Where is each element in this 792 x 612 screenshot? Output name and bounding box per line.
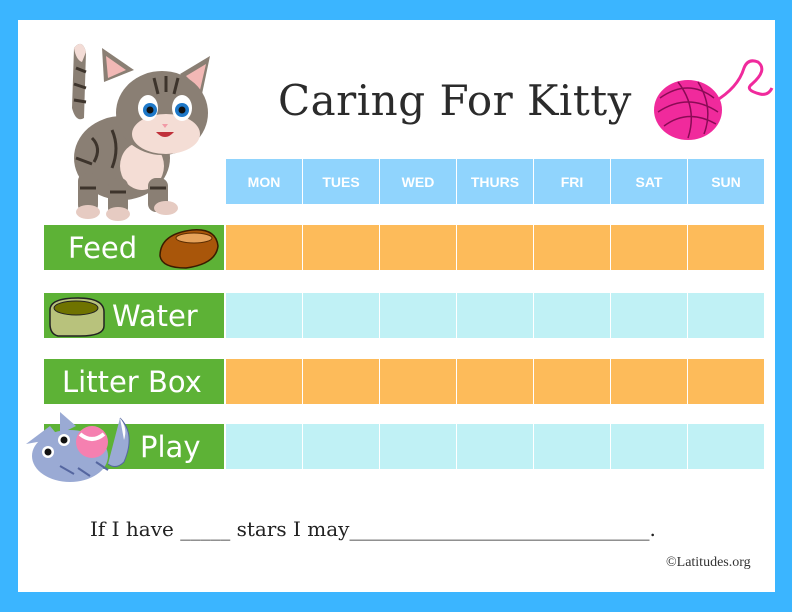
sentence-part-1: If I have <box>90 517 174 541</box>
kitten-playing-icon <box>26 412 130 482</box>
kitten-standing-icon <box>72 43 210 221</box>
sticker-cell-feed-sun[interactable] <box>688 225 764 270</box>
sticker-cell-feed-sat[interactable] <box>611 225 687 270</box>
task-label-text: Feed <box>68 230 138 265</box>
sticker-cell-litter-box-wed[interactable] <box>380 359 456 404</box>
sticker-cell-water-sun[interactable] <box>688 293 764 338</box>
sticker-cell-litter-box-fri[interactable] <box>534 359 610 404</box>
food-bowl-icon <box>159 229 219 269</box>
copyright-text: ©Latitudes.org <box>666 555 751 570</box>
sentence-period: . <box>649 517 656 541</box>
sticker-cell-litter-box-mon[interactable] <box>226 359 302 404</box>
sticker-cell-feed-wed[interactable] <box>380 225 456 270</box>
day-header-fri: FRI <box>534 159 610 204</box>
sticker-cell-water-thurs[interactable] <box>457 293 533 338</box>
sticker-cell-play-mon[interactable] <box>226 424 302 469</box>
sticker-cell-litter-box-tues[interactable] <box>303 359 379 404</box>
task-label-litter-box: Litter Box <box>44 359 224 404</box>
reward-sentence: If I have _____ stars I may_____________… <box>90 517 656 541</box>
day-header-sat: SAT <box>611 159 687 204</box>
day-header-sun: SUN <box>688 159 764 204</box>
sticker-cell-litter-box-sun[interactable] <box>688 359 764 404</box>
page-title: Caring For Kitty <box>278 76 632 125</box>
task-label-text: Litter Box <box>62 364 202 399</box>
sticker-cell-play-thurs[interactable] <box>457 424 533 469</box>
sticker-cell-play-sat[interactable] <box>611 424 687 469</box>
day-header-tues: TUES <box>303 159 379 204</box>
sticker-cell-water-fri[interactable] <box>534 293 610 338</box>
sticker-cell-feed-tues[interactable] <box>303 225 379 270</box>
sticker-cell-water-mon[interactable] <box>226 293 302 338</box>
stars-count-blank[interactable]: _____ <box>180 517 230 541</box>
day-header-mon: MON <box>226 159 302 204</box>
sticker-cell-water-sat[interactable] <box>611 293 687 338</box>
sticker-cell-play-wed[interactable] <box>380 424 456 469</box>
day-header-wed: WED <box>380 159 456 204</box>
sticker-cell-litter-box-sat[interactable] <box>611 359 687 404</box>
yarn-ball-icon <box>654 59 774 140</box>
sticker-cell-feed-mon[interactable] <box>226 225 302 270</box>
sticker-cell-play-sun[interactable] <box>688 424 764 469</box>
sticker-cell-play-tues[interactable] <box>303 424 379 469</box>
sticker-cell-litter-box-thurs[interactable] <box>457 359 533 404</box>
day-header-thurs: THURS <box>457 159 533 204</box>
sticker-cell-feed-fri[interactable] <box>534 225 610 270</box>
sticker-cell-feed-thurs[interactable] <box>457 225 533 270</box>
sticker-cell-water-wed[interactable] <box>380 293 456 338</box>
sticker-cell-water-tues[interactable] <box>303 293 379 338</box>
sentence-part-2: stars I may <box>236 517 350 541</box>
water-bowl-icon <box>49 297 105 337</box>
reward-blank[interactable]: ______________________________ <box>349 517 649 541</box>
sticker-cell-play-fri[interactable] <box>534 424 610 469</box>
